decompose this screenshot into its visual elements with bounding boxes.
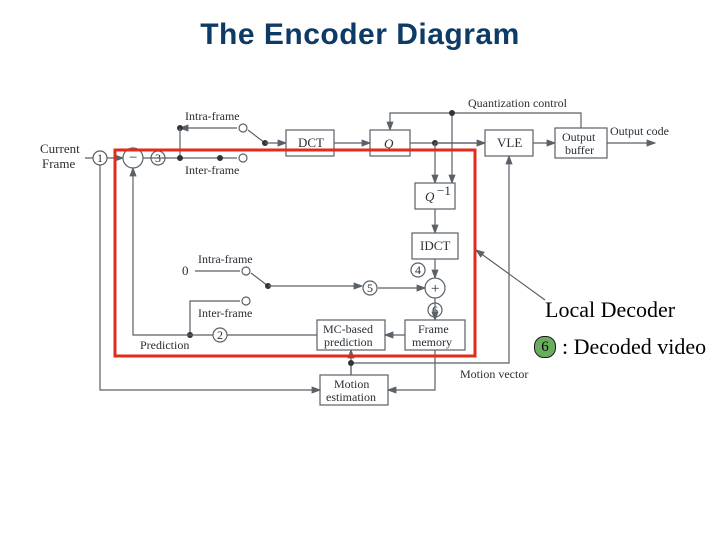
block-dct-label: DCT [298,135,324,150]
node-2-label: 2 [217,328,223,342]
dot-mv-split [348,360,354,366]
label-prediction: Prediction [140,338,189,352]
annotation-decoded-text: : Decoded video [562,334,706,360]
wire-quant-control [390,113,581,130]
terminal-intra-mid [242,267,250,275]
label-intra-top: Intra-frame [185,109,240,123]
annotation-decoded-video: 6 : Decoded video [534,334,706,360]
label-current: Current [40,141,80,156]
switch-top-wiper [248,130,265,143]
block-vle-label: VLE [497,135,522,150]
dot-quant-ctrl [449,110,455,116]
label-zero: 0 [182,263,189,278]
pointer-local-decoder [476,250,545,300]
node-5-label: 5 [367,281,373,295]
block-motion-l1: Motion [334,377,369,391]
switch-mid-wiper [251,273,268,286]
block-qinv-sup: −1 [437,183,451,198]
decoded-badge-icon: 6 [534,336,556,358]
block-mc-prediction-l1: MC-based [323,322,373,336]
subtractor-minus: − [129,150,137,166]
node-1-label: 1 [97,151,103,165]
block-mc-prediction-l2: prediction [324,335,373,349]
block-qinv-q: Q [425,189,435,204]
encoder-diagram: Current Frame 1 − 3 Intra-frame Inter-fr… [40,95,680,415]
block-frame-memory-l2: memory [412,335,452,349]
adder-plus: + [431,281,439,297]
label-motion-vector: Motion vector [460,367,528,381]
label-inter-top: Inter-frame [185,163,239,177]
node-4-label: 4 [415,263,421,277]
block-output-buffer-l2: buffer [565,143,594,157]
block-frame-memory-l1: Frame [418,322,449,336]
annotation-local-decoder: Local Decoder [545,297,675,323]
block-idct-label: IDCT [420,238,450,253]
label-intra-mid: Intra-frame [198,252,253,266]
block-motion-l2: estimation [326,390,376,404]
dot-sub-out [217,155,223,161]
label-inter-mid: Inter-frame [198,306,252,320]
label-output-code: Output code [610,124,669,138]
terminal-inter-mid [242,297,250,305]
label-quant-control: Quantization control [468,96,568,110]
terminal-intra-top [239,124,247,132]
dot-intra-tap-top [177,155,183,161]
terminal-inter-top [239,154,247,162]
label-frame: Frame [42,156,75,171]
page-title: The Encoder Diagram [0,18,720,52]
block-output-buffer-l1: Output [562,130,596,144]
